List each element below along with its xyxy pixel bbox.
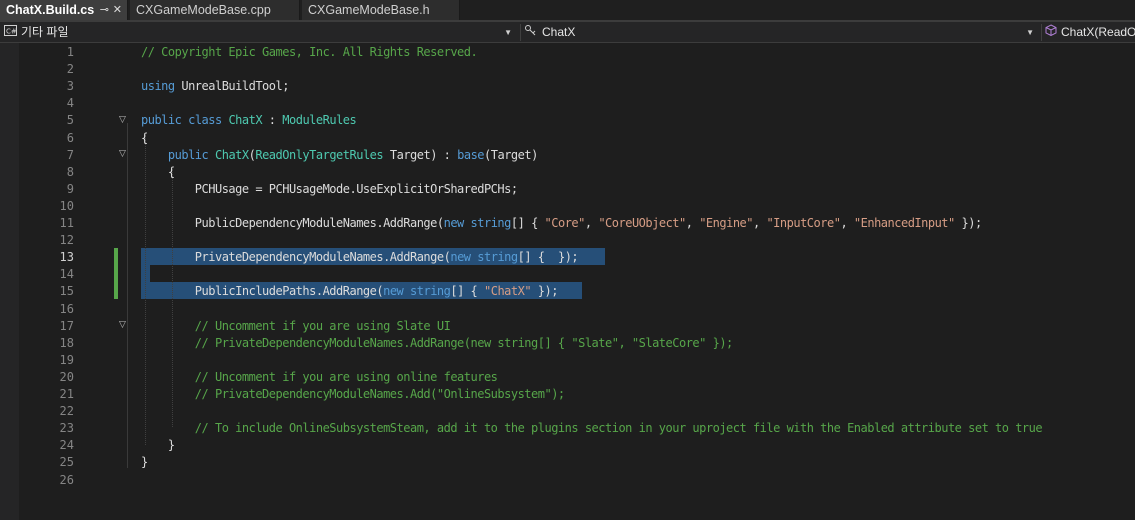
code-text[interactable]: public ChatX(ReadOnlyTargetRules Target)…: [141, 147, 538, 164]
code-line[interactable]: 21 // PrivateDependencyModuleNames.Add("…: [0, 386, 1135, 403]
code-line[interactable]: 9 PCHUsage = PCHUsageMode.UseExplicitOrS…: [0, 181, 1135, 198]
line-number: 25: [59, 455, 74, 470]
line-number: 23: [59, 421, 74, 436]
code-line[interactable]: 8 {: [0, 164, 1135, 181]
divider: [520, 24, 521, 41]
code-line[interactable]: 23 // To include OnlineSubsystemSteam, a…: [0, 420, 1135, 437]
code-text[interactable]: PublicDependencyModuleNames.AddRange(new…: [141, 215, 982, 232]
code-line[interactable]: 7 public ChatX(ReadOnlyTargetRules Targe…: [0, 147, 1135, 164]
class-scope-dropdown[interactable]: ChatX ▼: [524, 23, 1040, 42]
line-number: 21: [59, 387, 74, 401]
line-number: 9: [66, 181, 74, 196]
code-text[interactable]: // PrivateDependencyModuleNames.Add("Onl…: [141, 386, 565, 403]
project-dropdown[interactable]: C# 기타 파일 ▼: [4, 23, 518, 42]
code-line[interactable]: 12: [0, 232, 1135, 249]
code-line[interactable]: 18 // PrivateDependencyModuleNames.AddRa…: [0, 335, 1135, 352]
tab-cxgamemodebase-cpp[interactable]: CXGameModeBase.cpp: [130, 0, 300, 20]
code-line[interactable]: 22: [0, 403, 1135, 420]
code-text[interactable]: }: [141, 437, 175, 454]
code-text[interactable]: // Uncomment if you are using online fea…: [141, 369, 498, 386]
code-text[interactable]: // PrivateDependencyModuleNames.AddRange…: [141, 335, 733, 352]
code-line[interactable]: 10: [0, 198, 1135, 215]
line-number: 22: [59, 404, 74, 419]
class-icon: [524, 23, 538, 42]
line-number: 10: [59, 198, 74, 213]
line-number: 5: [66, 113, 74, 128]
line-number: 15: [59, 284, 74, 299]
navigation-bar: C# 기타 파일 ▼ ChatX ▼ ChatX(ReadOnlyTargetR…: [0, 22, 1135, 43]
code-line[interactable]: 1 // Copyright Epic Games, Inc. All Right…: [0, 44, 1135, 61]
line-number: 8: [66, 164, 74, 179]
line-number: 16: [59, 301, 74, 316]
line-number: 2: [66, 62, 74, 77]
code-line[interactable]: 5 public class ChatX : ModuleRules: [0, 112, 1135, 129]
method-icon: [1045, 23, 1057, 42]
tab-label: ChatX.Build.cs: [6, 3, 95, 17]
tab-chatx-build-cs[interactable]: ChatX.Build.cs ⊸ ✕: [0, 0, 128, 20]
code-line[interactable]: 13 PrivateDependencyModuleNames.AddRange…: [0, 249, 1135, 266]
line-number: 24: [59, 438, 74, 453]
code-text[interactable]: // Copyright Epic Games, Inc. All Rights…: [141, 44, 478, 61]
code-line[interactable]: 26: [0, 472, 1135, 489]
line-number: 11: [59, 216, 74, 230]
code-line[interactable]: 25}: [0, 454, 1135, 471]
line-number: 4: [66, 96, 74, 111]
line-number: 7: [66, 147, 74, 162]
code-line[interactable]: 15 PublicIncludePaths.AddRange(new strin…: [0, 283, 1135, 300]
svg-text:C#: C#: [6, 28, 17, 36]
line-number: 3: [66, 79, 74, 94]
code-line[interactable]: 11 PublicDependencyModuleNames.AddRange(…: [0, 215, 1135, 232]
line-number: 13: [59, 250, 74, 265]
line-number: 1: [66, 45, 74, 59]
code-line[interactable]: 2: [0, 61, 1135, 78]
line-number: 20: [59, 369, 74, 384]
code-line[interactable]: 20 // Uncomment if you are using online …: [0, 369, 1135, 386]
code-text[interactable]: public class ChatX : ModuleRules: [141, 112, 357, 129]
member-scope-label: ChatX(ReadOnlyTargetRules Target): [1061, 25, 1135, 39]
code-text[interactable]: PrivateDependencyModuleNames.AddRange(ne…: [141, 249, 579, 266]
code-editor[interactable]: ▽ ▽ ▽ 1// Copyright Epic Games, Inc. All…: [0, 43, 1135, 520]
code-line[interactable]: 14: [0, 266, 1135, 283]
code-text[interactable]: // Uncomment if you are using Slate UI: [141, 318, 451, 335]
line-number: 12: [59, 233, 74, 248]
tab-label: CXGameModeBase.cpp: [136, 3, 271, 17]
member-scope-dropdown[interactable]: ChatX(ReadOnlyTargetRules Target): [1045, 23, 1135, 42]
code-text[interactable]: {: [141, 130, 148, 147]
code-line[interactable]: 3 using UnrealBuildTool;: [0, 78, 1135, 95]
code-text[interactable]: }: [141, 454, 148, 471]
pin-icon[interactable]: ⊸: [100, 0, 109, 20]
tab-label: CXGameModeBase.h: [308, 3, 430, 17]
code-text[interactable]: PCHUsage = PCHUsageMode.UseExplicitOrSha…: [141, 181, 518, 198]
line-number: 26: [59, 472, 74, 487]
line-number: 6: [66, 130, 74, 145]
tab-cxgamemodebase-h[interactable]: CXGameModeBase.h: [302, 0, 460, 20]
code-line[interactable]: 16: [0, 301, 1135, 318]
code-line[interactable]: 17 // Uncomment if you are using Slate U…: [0, 318, 1135, 335]
line-number: 17: [59, 318, 74, 333]
code-line[interactable]: 4: [0, 95, 1135, 112]
close-icon[interactable]: ✕: [113, 0, 122, 20]
line-number: 14: [59, 267, 74, 282]
csharp-project-icon: C#: [4, 23, 17, 42]
code-text[interactable]: using UnrealBuildTool;: [141, 78, 289, 95]
document-tab-strip: ChatX.Build.cs ⊸ ✕ CXGameModeBase.cpp CX…: [0, 0, 1135, 22]
code-line[interactable]: 6{: [0, 130, 1135, 147]
code-line[interactable]: 24 }: [0, 437, 1135, 454]
line-number: 18: [59, 335, 74, 350]
code-line[interactable]: 19: [0, 352, 1135, 369]
line-number: 19: [59, 352, 74, 367]
chevron-down-icon: ▼: [1026, 28, 1034, 37]
code-text[interactable]: {: [141, 164, 175, 181]
code-text[interactable]: PublicIncludePaths.AddRange(new string[]…: [141, 283, 559, 300]
code-text[interactable]: // To include OnlineSubsystemSteam, add …: [141, 420, 1043, 437]
project-label: 기타 파일: [21, 25, 69, 39]
divider: [1041, 24, 1042, 41]
class-scope-label: ChatX: [542, 25, 576, 39]
chevron-down-icon: ▼: [504, 28, 512, 37]
